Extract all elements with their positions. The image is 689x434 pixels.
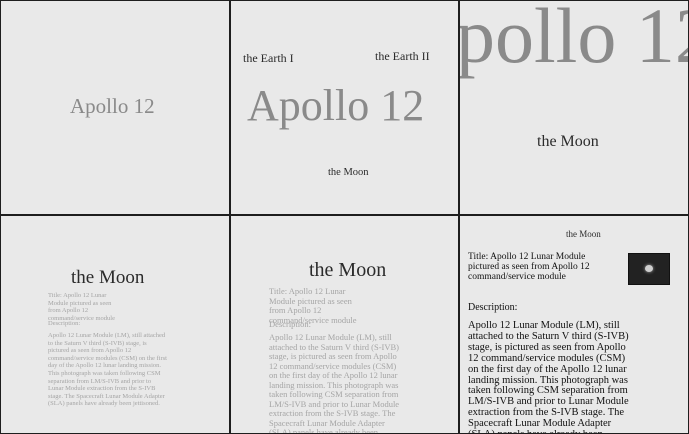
outer-frame bbox=[0, 0, 689, 434]
zoom-sequence-grid: Apollo 12 the Earth I the Earth II Apoll… bbox=[0, 0, 689, 434]
